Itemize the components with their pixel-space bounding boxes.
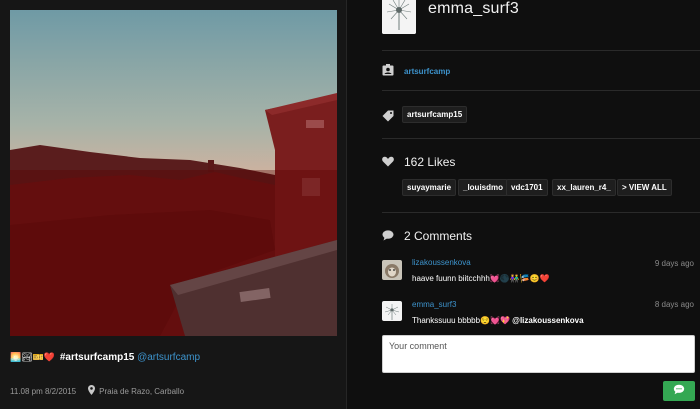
speech-bubble-icon [382, 230, 394, 244]
tag-icon [382, 110, 394, 125]
view-all-likes-button[interactable]: > VIEW ALL [617, 179, 672, 196]
liker-chip[interactable]: vdc1701 [506, 179, 548, 196]
post-photo-image [10, 10, 337, 336]
divider [382, 212, 700, 213]
comment-text: haave fuunn biitcchhh💓🌑👫🎏😊❤️ [412, 274, 550, 283]
post-caption: 🌅🏞🎫❤️ #artsurfcamp15 @artsurfcamp [10, 352, 200, 363]
comments-count: 2 Comments [404, 229, 473, 243]
comment-input[interactable] [382, 335, 695, 373]
comment-time: 8 days ago [654, 300, 694, 309]
post-photo[interactable] [10, 10, 337, 336]
comment-text-body: Thankssuuu bbbbb😌💓💖 [412, 316, 513, 325]
comment-username[interactable]: emma_surf3 [412, 300, 456, 309]
id-badge-icon [382, 64, 394, 79]
profile-username[interactable]: emma_surf3 [428, 0, 519, 18]
profile-avatar[interactable] [382, 0, 416, 34]
likes-count: 162 Likes [404, 155, 456, 169]
divider [382, 90, 700, 91]
comment-username[interactable]: lizakoussenkova [412, 258, 471, 267]
location-link[interactable]: artsurfcamp [404, 67, 450, 76]
commenter-avatar[interactable] [382, 301, 402, 321]
caption-emojis: 🌅🏞🎫❤️ [10, 352, 56, 362]
commenter-avatar[interactable] [382, 260, 402, 280]
comment-mention-link[interactable]: @lizakoussenkova [512, 316, 583, 325]
liker-chip[interactable]: _louisdmo [458, 179, 509, 196]
hashtag-chip[interactable]: artsurfcamp15 [402, 106, 468, 123]
liker-chip[interactable]: suyaymarie [402, 179, 457, 196]
post-meta: 11.08 pm 8/2/2015 Praia de Razo, Carball… [10, 385, 184, 397]
post-time: 11.08 pm 8/2/2015 [10, 386, 77, 396]
post-media-panel: 🌅🏞🎫❤️ #artsurfcamp15 @artsurfcamp 11.08 … [0, 0, 347, 409]
divider [382, 138, 700, 139]
divider [382, 50, 700, 51]
send-comment-button[interactable] [663, 381, 695, 401]
post-location[interactable]: Praia de Razo, Carballo [99, 387, 184, 396]
post-details-panel: emma_surf3 artsurfcamp artsurfcamp15 162… [348, 0, 700, 409]
comment-time: 9 days ago [654, 259, 694, 268]
map-pin-icon [88, 385, 96, 397]
heart-icon [382, 156, 394, 170]
comment-text: Thankssuuu bbbbb😌💓💖 @lizakoussenkova [412, 316, 584, 325]
caption-mention-link[interactable]: @artsurfcamp [137, 352, 200, 363]
caption-hashtag-link[interactable]: #artsurfcamp15 [60, 352, 134, 363]
liker-chip[interactable]: xx_lauren_r4_ [552, 179, 616, 196]
chat-bubble-icon [673, 382, 685, 400]
